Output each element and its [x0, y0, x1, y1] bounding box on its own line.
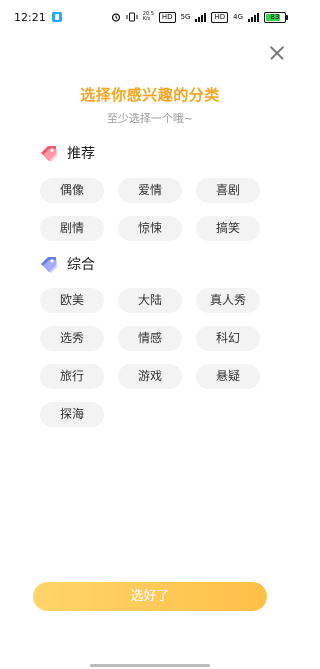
signal-bars-icon: [248, 12, 259, 22]
category-chip[interactable]: 旅行: [40, 364, 104, 389]
net-speed: 20.5 K/s: [142, 11, 154, 22]
vibrate-icon: [126, 12, 138, 22]
signal-5g-label: 5G: [180, 13, 191, 21]
tag-icon: [41, 146, 57, 162]
tag-icon: [41, 257, 57, 273]
home-indicator[interactable]: [90, 664, 210, 667]
category-chip[interactable]: 选秀: [40, 326, 104, 351]
section-recommend-header: 推荐: [39, 143, 95, 163]
category-chip[interactable]: 探海: [40, 402, 104, 427]
alarm-icon: [111, 13, 120, 22]
hd-badge-1: HD: [158, 11, 176, 23]
category-chip[interactable]: 爱情: [118, 178, 182, 203]
category-chip[interactable]: 游戏: [118, 364, 182, 389]
page-title: 选择你感兴趣的分类: [80, 86, 220, 104]
category-chip[interactable]: 剧情: [40, 216, 104, 241]
status-time: 12:21: [14, 10, 46, 24]
app-notification-icon: [51, 12, 62, 22]
category-chip[interactable]: 悬疑: [196, 364, 260, 389]
battery-level: 83: [270, 12, 280, 21]
battery-icon: 83: [264, 11, 288, 23]
category-chip[interactable]: 真人秀: [196, 288, 260, 313]
status-bar: 12:21 20.5 K/s HD 5G HD 4G 83: [0, 0, 300, 34]
close-button[interactable]: [266, 42, 288, 64]
category-chip[interactable]: 搞笑: [196, 216, 260, 241]
category-chip[interactable]: 偶像: [40, 178, 104, 203]
category-chip[interactable]: 情感: [118, 326, 182, 351]
confirm-button[interactable]: 选好了: [33, 582, 267, 611]
category-chip[interactable]: 喜剧: [196, 178, 260, 203]
section-general-header: 综合: [39, 254, 95, 274]
section-recommend-label: 推荐: [67, 146, 95, 162]
category-chip[interactable]: 欧美: [40, 288, 104, 313]
signal-bars-icon: [195, 12, 207, 22]
section-general-label: 综合: [67, 257, 95, 273]
signal-4g-label: 4G: [233, 13, 243, 21]
category-chip[interactable]: 惊悚: [118, 216, 182, 241]
category-chip[interactable]: 科幻: [196, 326, 260, 351]
page-subtitle: 至少选择一个哦~: [106, 112, 194, 125]
hd-badge-2: HD: [211, 11, 229, 23]
category-chip[interactable]: 大陆: [118, 288, 182, 313]
